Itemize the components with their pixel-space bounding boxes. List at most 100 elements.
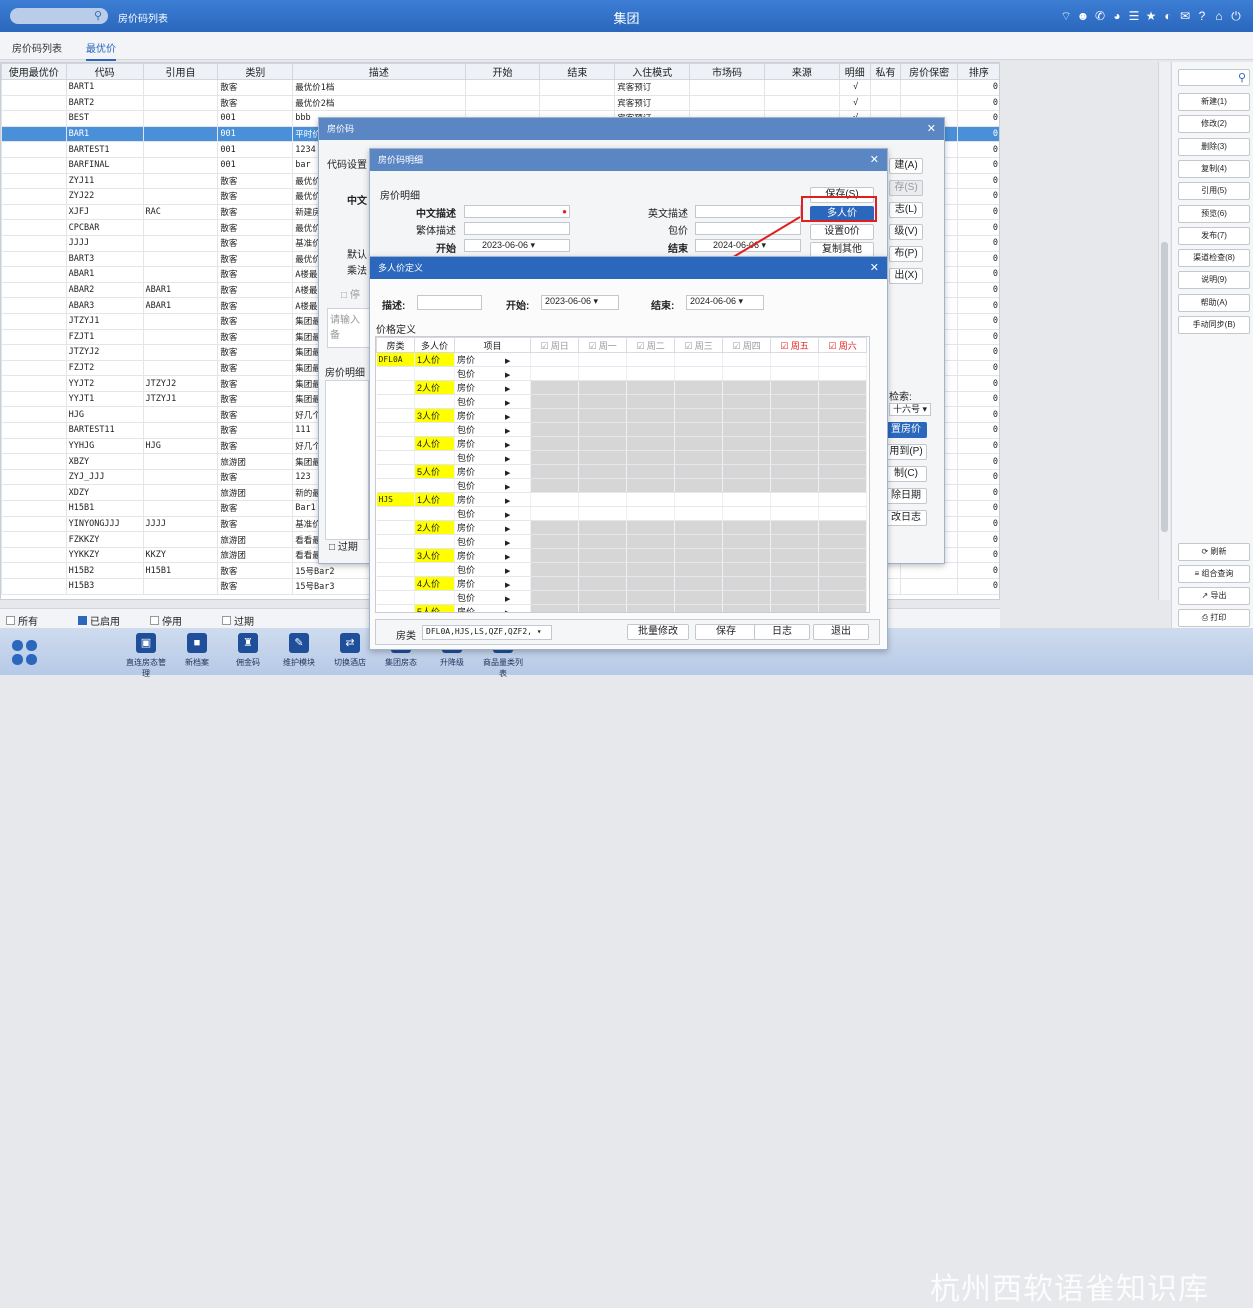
price-input-cell[interactable] bbox=[674, 548, 723, 563]
print-button[interactable]: ⎙ 打印 bbox=[1178, 609, 1250, 627]
filter-all-checkbox[interactable]: 所有 bbox=[6, 613, 38, 628]
home-icon[interactable]: ⌂ bbox=[1212, 8, 1226, 24]
exit-button[interactable]: 退出 bbox=[813, 624, 869, 640]
expand-arrow-icon[interactable]: ▶ bbox=[505, 582, 510, 589]
day-checkbox-icon[interactable]: ☑ bbox=[636, 341, 647, 351]
price-input-cell[interactable] bbox=[626, 604, 675, 612]
save-button[interactable]: 存(S) bbox=[889, 180, 923, 196]
table-row[interactable]: BART2 散客 最优价2档 宾客预订 √ 0 bbox=[1, 94, 999, 112]
set-zero-price-button[interactable]: 设置0价 bbox=[810, 224, 874, 240]
price-input-cell[interactable] bbox=[770, 562, 819, 577]
close-icon[interactable]: ✕ bbox=[870, 149, 879, 171]
price-input-cell[interactable] bbox=[674, 478, 723, 493]
expand-arrow-icon[interactable]: ▶ bbox=[505, 414, 510, 421]
expand-arrow-icon[interactable]: ▶ bbox=[505, 596, 510, 603]
expand-arrow-icon[interactable]: ▶ bbox=[505, 456, 510, 463]
price-input-cell[interactable] bbox=[722, 562, 771, 577]
mail-icon[interactable]: ✉ bbox=[1178, 8, 1192, 24]
remark-textarea[interactable]: 请输入备 bbox=[327, 308, 371, 348]
price-row[interactable]: 3人价 房价 ▶ bbox=[376, 408, 867, 423]
price-row[interactable]: 包价 ▶ bbox=[376, 562, 867, 577]
price-input-cell[interactable] bbox=[722, 604, 771, 612]
price-input-cell[interactable] bbox=[722, 366, 771, 381]
price-row[interactable]: 包价 ▶ bbox=[376, 450, 867, 465]
price-input-cell[interactable] bbox=[818, 506, 867, 521]
price-input-cell[interactable] bbox=[722, 408, 771, 423]
price-input-cell[interactable] bbox=[722, 450, 771, 465]
price-input-cell[interactable] bbox=[626, 506, 675, 521]
column-header[interactable]: 描述 bbox=[292, 63, 466, 80]
star-icon[interactable]: ★ bbox=[1144, 8, 1158, 24]
price-input-cell[interactable] bbox=[626, 534, 675, 549]
price-input-cell[interactable] bbox=[722, 352, 771, 367]
log-button[interactable]: 志(L) bbox=[889, 202, 923, 218]
price-input-cell[interactable] bbox=[818, 478, 867, 493]
table-row[interactable]: BART1 散客 最优价1档 宾客预订 √ 0 bbox=[1, 79, 999, 96]
price-input-cell[interactable] bbox=[530, 576, 579, 591]
refresh-button[interactable]: ⟳ 刷新 bbox=[1178, 543, 1250, 561]
change-log-button[interactable]: 改日志 bbox=[885, 510, 927, 526]
price-row[interactable]: 2人价 房价 ▶ bbox=[376, 380, 867, 395]
price-input-cell[interactable] bbox=[770, 520, 819, 535]
price-input-cell[interactable] bbox=[578, 520, 627, 535]
taskbar-item[interactable]: ♜ 佣金码 bbox=[225, 633, 271, 668]
expand-arrow-icon[interactable]: ▶ bbox=[505, 470, 510, 477]
price-input-cell[interactable] bbox=[626, 520, 675, 535]
start-date-input[interactable]: 2023-06-06 ▾ bbox=[464, 239, 570, 252]
batch-edit-button[interactable]: 批量修改 bbox=[627, 624, 689, 640]
set-room-price-button[interactable]: 置房价 bbox=[885, 422, 927, 438]
room-type-select[interactable]: DFL0A,HJS,LS,QZF,QZF2, ▾ bbox=[422, 625, 552, 640]
price-input-cell[interactable] bbox=[674, 590, 723, 605]
price-input-cell[interactable] bbox=[818, 380, 867, 395]
global-search-input[interactable]: ⚲ bbox=[10, 8, 108, 24]
price-input-cell[interactable] bbox=[818, 352, 867, 367]
price-input-cell[interactable] bbox=[818, 576, 867, 591]
price-input-cell[interactable] bbox=[674, 464, 723, 479]
price-row[interactable]: 包价 ▶ bbox=[376, 366, 867, 381]
price-input-cell[interactable] bbox=[530, 534, 579, 549]
price-input-cell[interactable] bbox=[530, 520, 579, 535]
price-input-cell[interactable] bbox=[626, 562, 675, 577]
filter-disabled-checkbox[interactable]: 停用 bbox=[150, 613, 182, 628]
copy-button[interactable]: 制(C) bbox=[885, 466, 927, 482]
price-input-cell[interactable] bbox=[674, 492, 723, 507]
combo-query-button[interactable]: ≡ 组合查询 bbox=[1178, 565, 1250, 583]
column-header[interactable]: 来源 bbox=[763, 63, 840, 80]
price-input-cell[interactable] bbox=[626, 478, 675, 493]
price-input-cell[interactable] bbox=[626, 464, 675, 479]
price-row[interactable]: 包价 ▶ bbox=[376, 394, 867, 409]
day-checkbox-icon[interactable]: ☑ bbox=[684, 341, 695, 351]
day-checkbox-icon[interactable]: ☑ bbox=[780, 341, 791, 351]
price-input-cell[interactable] bbox=[770, 464, 819, 479]
panel-button[interactable]: 发布(7) bbox=[1178, 226, 1250, 245]
price-input-cell[interactable] bbox=[530, 506, 579, 521]
price-input-cell[interactable] bbox=[530, 450, 579, 465]
price-input-cell[interactable] bbox=[770, 380, 819, 395]
price-input-cell[interactable] bbox=[818, 520, 867, 535]
price-input-cell[interactable] bbox=[530, 380, 579, 395]
expand-arrow-icon[interactable]: ▶ bbox=[505, 526, 510, 533]
price-row[interactable]: 2人价 房价 ▶ bbox=[376, 520, 867, 535]
column-header[interactable]: 市场码 bbox=[689, 63, 765, 80]
face-icon[interactable]: ☻ bbox=[1076, 8, 1090, 24]
publish-button[interactable]: 布(P) bbox=[889, 246, 923, 262]
upgrade-button[interactable]: 级(V) bbox=[889, 224, 923, 240]
cn-desc-input[interactable]: ● bbox=[464, 205, 570, 218]
expand-arrow-icon[interactable]: ▶ bbox=[505, 372, 510, 379]
panel-button[interactable]: 渠道检查(8) bbox=[1178, 249, 1250, 268]
delete-date-button[interactable]: 除日期 bbox=[885, 488, 927, 504]
panel-button[interactable]: 修改(2) bbox=[1178, 115, 1250, 134]
price-input-cell[interactable] bbox=[626, 590, 675, 605]
price-input-cell[interactable] bbox=[578, 450, 627, 465]
price-input-cell[interactable] bbox=[770, 548, 819, 563]
filter-enabled-checkbox[interactable]: 已启用 bbox=[78, 613, 120, 628]
price-input-cell[interactable] bbox=[818, 422, 867, 437]
panel-button[interactable]: 手动同步(B) bbox=[1178, 316, 1250, 334]
expand-arrow-icon[interactable]: ▶ bbox=[505, 554, 510, 561]
price-row[interactable]: 5人价房价 ▶ bbox=[376, 464, 867, 479]
price-input-cell[interactable] bbox=[818, 534, 867, 549]
price-input-cell[interactable] bbox=[770, 534, 819, 549]
column-header[interactable]: 使用最优价 bbox=[1, 63, 67, 80]
expand-arrow-icon[interactable]: ▶ bbox=[505, 442, 510, 449]
price-input-cell[interactable] bbox=[626, 492, 675, 507]
